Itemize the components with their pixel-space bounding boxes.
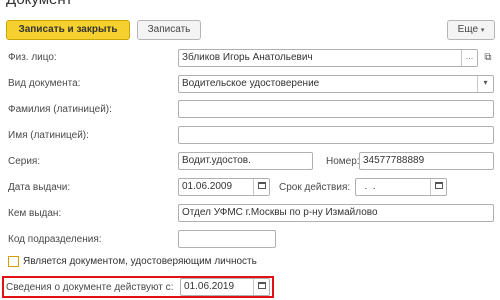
valid-until-input[interactable]: . .	[355, 178, 447, 196]
dept-code-input[interactable]	[178, 230, 276, 248]
open-form-icon[interactable]: ⧉	[481, 50, 495, 66]
last-name-lat-input[interactable]	[178, 100, 494, 118]
issue-date-input[interactable]: 01.06.2009	[178, 178, 270, 196]
dots-icon[interactable]: …	[461, 50, 477, 66]
issued-by-input[interactable]: Отдел УФМС г.Москвы по р-ну Измайлово	[178, 204, 494, 222]
window-title: Документ	[6, 0, 73, 8]
first-name-lat-input[interactable]	[178, 126, 494, 144]
valid-from-label: Сведения о документе действуют с:	[6, 282, 174, 293]
series-label: Серия:	[8, 156, 41, 167]
issue-date-value: 01.06.2009	[182, 181, 233, 192]
dropdown-chevron-icon[interactable]: ▾	[477, 76, 493, 92]
calendar-icon[interactable]	[430, 179, 446, 195]
person-field[interactable]: Збликов Игорь Анатольевич …	[178, 49, 478, 67]
issued-by-label: Кем выдан:	[8, 208, 62, 219]
person-label: Физ. лицо:	[8, 52, 57, 63]
valid-until-label: Срок действия:	[279, 182, 351, 193]
chevron-down-icon: ▾	[480, 27, 485, 34]
more-label: Еще	[457, 24, 479, 35]
last-name-lat-label: Фамилия (латиницей):	[8, 104, 112, 115]
valid-from-value: 01.06.2019	[184, 281, 235, 292]
first-name-lat-label: Имя (латиницей):	[8, 130, 89, 141]
number-input[interactable]: 34577788889	[359, 152, 494, 170]
number-label: Номер:	[326, 156, 360, 167]
issue-date-label: Дата выдачи:	[8, 182, 71, 193]
valid-until-value: . .	[359, 181, 376, 192]
doc-type-value: Водительское удостоверение	[182, 78, 320, 89]
save-and-close-button[interactable]: Записать и закрыть	[6, 20, 130, 40]
valid-from-input[interactable]: 01.06.2019	[180, 278, 270, 296]
doc-type-select[interactable]: Водительское удостоверение ▾	[178, 75, 494, 93]
calendar-icon[interactable]	[253, 179, 269, 195]
series-input[interactable]: Водит.удостов.	[178, 152, 313, 170]
is-identity-label: Является документом, удостоверяющим личн…	[23, 256, 257, 267]
save-button[interactable]: Записать	[137, 20, 201, 40]
person-value: Збликов Игорь Анатольевич	[182, 52, 313, 63]
dept-code-label: Код подразделения:	[8, 234, 102, 245]
doc-type-label: Вид документа:	[8, 78, 81, 89]
more-button[interactable]: Еще ▾	[447, 20, 495, 40]
calendar-icon[interactable]	[253, 279, 269, 295]
is-identity-checkbox[interactable]	[8, 256, 19, 267]
